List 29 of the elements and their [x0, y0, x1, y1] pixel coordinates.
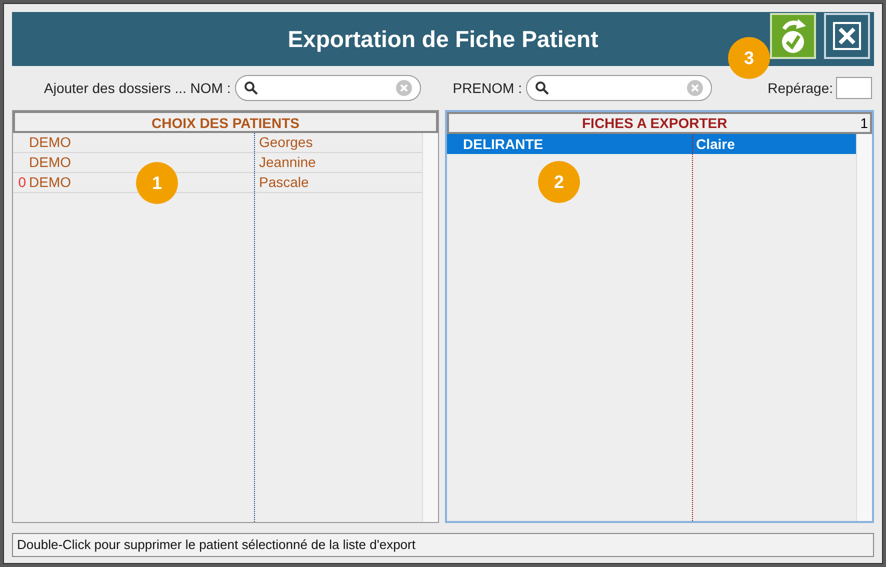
- confirm-button[interactable]: [770, 13, 816, 59]
- export-row[interactable]: DELIRANTE Claire: [447, 134, 856, 154]
- nom-cell-text: DELIRANTE: [462, 134, 544, 154]
- clear-icon[interactable]: [396, 80, 412, 96]
- close-button[interactable]: [824, 13, 870, 59]
- prenom-cell-text: Georges: [258, 133, 313, 152]
- search-field[interactable]: [234, 75, 421, 101]
- status-bar: Double-Click pour supprimer le patient sélectionné de la liste d'export: [12, 533, 874, 557]
- panel-header: FICHES A EXPORTER: [581, 114, 728, 132]
- search-icon: [534, 81, 549, 95]
- nom-cell-text: DEMO: [29, 173, 71, 192]
- close-icon: [833, 22, 861, 50]
- nom-cell-text: DEMO: [29, 153, 71, 172]
- clear-icon[interactable]: [686, 80, 703, 96]
- marker-text: 0: [17, 173, 27, 192]
- patient-row[interactable]: DEMO Georges: [13, 133, 422, 153]
- prenom-cell-text: Jeannine: [258, 153, 316, 172]
- panel-header: CHOIX DES PATIENTS: [13, 111, 438, 133]
- prenom-cell-text: Claire: [695, 134, 735, 154]
- reperage-field[interactable]: [836, 77, 872, 99]
- nom-cell-text: DEMO: [29, 133, 71, 152]
- prenom-cell-text: Pascale: [258, 173, 309, 192]
- prenom-label: PRENOM :: [452, 78, 522, 98]
- search-field[interactable]: [526, 75, 712, 101]
- count-text: 1: [860, 114, 869, 132]
- search-icon: [244, 81, 258, 95]
- nom-label: Ajouter des dossiers ... NOM :: [44, 78, 231, 98]
- window-title: Exportation de Fiche Patient: [288, 24, 598, 54]
- reperage-label: Repérage:: [768, 78, 833, 98]
